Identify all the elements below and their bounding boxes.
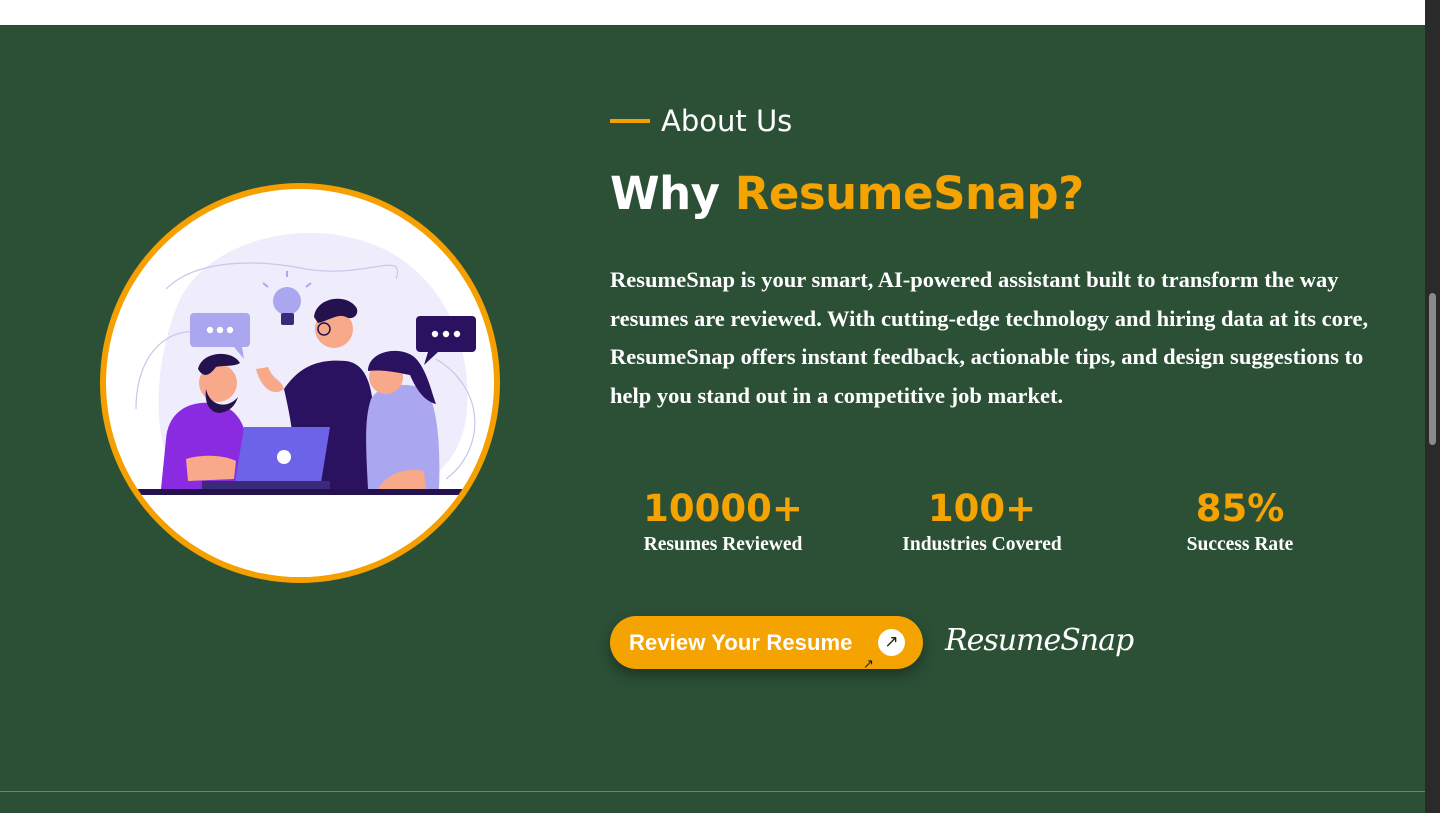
about-eyebrow: About Us: [610, 101, 792, 141]
stat-industries-covered: 100+ Industries Covered: [862, 486, 1102, 558]
stat-value: 10000+: [643, 487, 803, 530]
resumesnap-signature: ResumeSnap: [945, 623, 1134, 658]
team-illustration: [100, 183, 500, 583]
stat-success-rate: 85% Success Rate: [1120, 486, 1360, 558]
stat-label: Success Rate: [1186, 534, 1294, 555]
stat-resumes-reviewed: 10000+ Resumes Reviewed: [603, 486, 843, 558]
heading-brand: ResumeSnap?: [734, 167, 1085, 220]
stat-value: 100+: [927, 487, 1037, 530]
scrollbar-thumb[interactable]: [1429, 293, 1436, 445]
cursor-arrow-icon: ↗: [863, 657, 874, 672]
top-strip: [0, 0, 1425, 26]
about-accent-bar: [610, 119, 650, 123]
stat-label: Resumes Reviewed: [643, 534, 803, 555]
section-heading: Why ResumeSnap?: [610, 164, 1084, 224]
stat-value: 85%: [1195, 487, 1285, 530]
about-label: About Us: [661, 104, 793, 138]
team-illustration-canvas: [106, 189, 494, 577]
review-resume-label: Review Your Resume: [629, 629, 853, 655]
review-resume-button[interactable]: Review Your Resume ↗: [610, 616, 923, 669]
arrow-up-right-icon: ↗: [878, 629, 905, 656]
heading-prefix: Why: [610, 167, 720, 220]
team-illustration-art: [126, 232, 476, 577]
section-divider: [0, 791, 1425, 792]
stat-label: Industries Covered: [902, 534, 1062, 555]
about-description: ResumeSnap is your smart, AI-powered ass…: [610, 267, 1369, 408]
